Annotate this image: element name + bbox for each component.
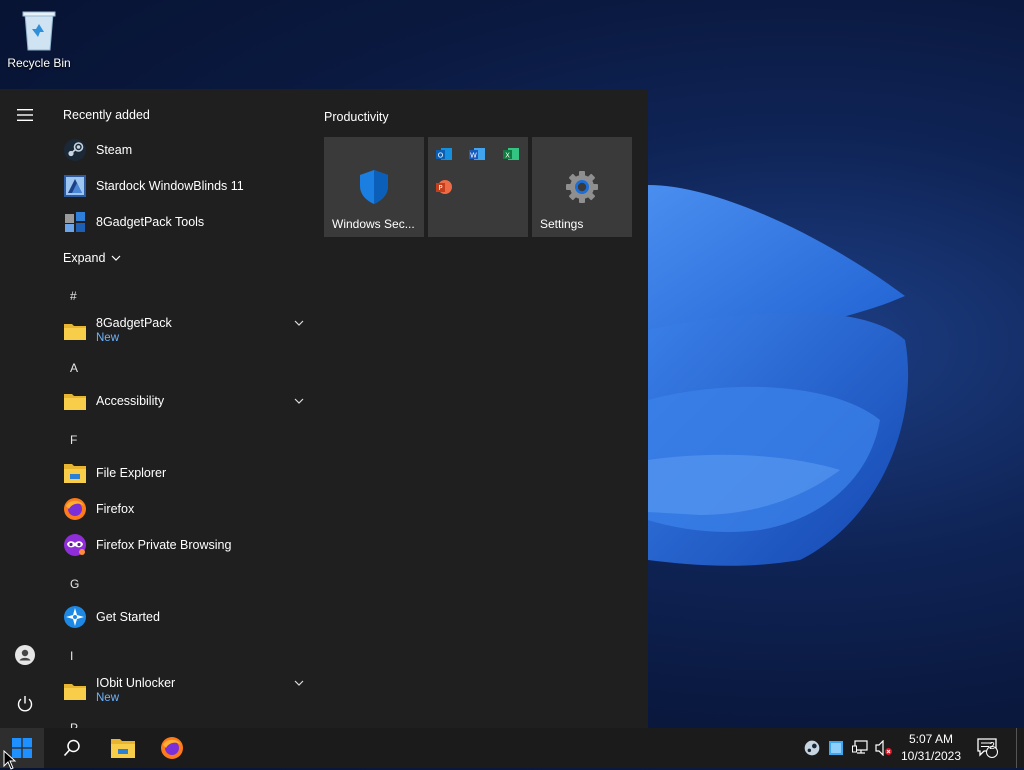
folder-icon bbox=[63, 319, 87, 343]
chevron-down-icon bbox=[294, 398, 304, 404]
chevron-down-icon bbox=[294, 320, 304, 326]
folder-icon bbox=[63, 389, 87, 413]
tile-office-apps-folder[interactable]: O W X P bbox=[428, 137, 528, 237]
tile-group-title: Productivity bbox=[324, 110, 389, 124]
app-label: File Explorer bbox=[96, 466, 167, 480]
chevron-down-icon bbox=[111, 255, 121, 261]
list-item-steam[interactable]: Steam bbox=[63, 135, 303, 165]
shield-icon bbox=[360, 170, 388, 204]
chevron-down-icon bbox=[294, 680, 304, 686]
tray-network-button[interactable] bbox=[850, 728, 870, 768]
clock-time: 5:07 AM bbox=[908, 732, 954, 746]
app-label: Firefox Private Browsing bbox=[96, 538, 232, 552]
recently-added-header: Recently added bbox=[63, 108, 150, 122]
steam-icon bbox=[804, 740, 820, 756]
svg-text:X: X bbox=[505, 152, 510, 160]
show-desktop-divider[interactable] bbox=[1016, 728, 1017, 768]
taskbar-clock[interactable]: 5:07 AM 10/31/2023 bbox=[893, 731, 969, 765]
search-button[interactable] bbox=[50, 728, 94, 768]
volume-muted-icon bbox=[875, 740, 892, 756]
expand-button[interactable]: Expand bbox=[63, 243, 303, 273]
search-icon bbox=[63, 739, 80, 757]
hamburger-icon bbox=[17, 109, 33, 121]
new-badge: New bbox=[96, 692, 120, 704]
section-header-g[interactable]: G bbox=[70, 577, 79, 591]
section-header-hash[interactable]: # bbox=[70, 289, 77, 303]
power-icon bbox=[17, 696, 33, 712]
steam-icon bbox=[63, 138, 87, 162]
app-label: 8GadgetPack Tools bbox=[96, 215, 205, 229]
tile-label: Windows Sec... bbox=[332, 217, 415, 231]
tile-settings[interactable]: Settings bbox=[532, 137, 632, 237]
windowblinds-icon bbox=[63, 174, 87, 198]
list-item-windowblinds[interactable]: Stardock WindowBlinds 11 bbox=[63, 171, 303, 201]
section-header-a[interactable]: A bbox=[70, 361, 78, 375]
firefox-private-icon bbox=[63, 533, 87, 557]
word-icon: W bbox=[469, 148, 485, 160]
tile-windows-security[interactable]: Windows Sec... bbox=[324, 137, 424, 237]
taskbar-firefox-button[interactable] bbox=[150, 728, 194, 768]
app-label: Accessibility bbox=[96, 394, 165, 408]
app-label: Firefox bbox=[96, 502, 135, 516]
expand-label: Expand bbox=[63, 251, 106, 265]
list-item-accessibility-folder[interactable]: Accessibility bbox=[63, 386, 304, 416]
user-account-button[interactable] bbox=[9, 639, 41, 671]
window-app-icon bbox=[829, 741, 843, 755]
network-icon bbox=[852, 740, 868, 754]
get-started-icon bbox=[63, 605, 87, 629]
app-label: IObit Unlocker bbox=[96, 676, 176, 690]
firefox-icon bbox=[161, 737, 183, 759]
power-button[interactable] bbox=[9, 688, 41, 720]
tray-steam-button[interactable] bbox=[802, 728, 822, 768]
svg-text:W: W bbox=[470, 152, 477, 160]
taskbar-file-explorer-button[interactable] bbox=[101, 728, 145, 768]
list-item-8gadgetpack-tools[interactable]: 8GadgetPack Tools bbox=[63, 207, 303, 237]
app-label: Steam bbox=[96, 143, 133, 157]
section-header-i[interactable]: I bbox=[70, 649, 73, 663]
recycle-bin-icon bbox=[22, 11, 56, 51]
gadgetpack-tools-icon bbox=[63, 210, 87, 234]
app-list: Recently added Steam Stardock WindowBlin… bbox=[50, 89, 315, 728]
folder-icon bbox=[63, 679, 87, 703]
app-label: Get Started bbox=[96, 610, 160, 624]
recycle-bin-label: Recycle Bin bbox=[7, 56, 71, 70]
app-label: Stardock WindowBlinds 11 bbox=[96, 179, 244, 193]
notification-center-button[interactable]: 2 bbox=[975, 728, 1001, 768]
svg-text:P: P bbox=[438, 184, 442, 192]
start-left-rail bbox=[0, 89, 50, 728]
hamburger-menu-button[interactable] bbox=[9, 99, 41, 131]
start-menu: Recently added Steam Stardock WindowBlin… bbox=[0, 89, 648, 728]
section-header-f[interactable]: F bbox=[70, 433, 77, 447]
file-explorer-icon bbox=[63, 461, 87, 485]
section-header-p[interactable]: P bbox=[70, 721, 78, 728]
user-icon bbox=[15, 645, 35, 665]
gear-icon bbox=[566, 171, 598, 203]
taskbar: 5:07 AM 10/31/2023 2 bbox=[0, 728, 1024, 770]
tile-label: Settings bbox=[540, 217, 584, 231]
excel-icon: X bbox=[503, 148, 519, 160]
notification-count: 2 bbox=[989, 741, 995, 752]
new-badge: New bbox=[96, 332, 120, 344]
clock-date: 10/31/2023 bbox=[900, 749, 962, 763]
list-item-iobit-unlocker-folder[interactable]: IObit Unlocker New bbox=[63, 674, 304, 708]
outlook-icon: O bbox=[436, 148, 452, 160]
powerpoint-icon: P bbox=[436, 180, 452, 194]
list-item-8gadgetpack-folder[interactable]: 8GadgetPack New bbox=[63, 314, 304, 348]
list-item-firefox-private[interactable]: Firefox Private Browsing bbox=[63, 530, 303, 560]
list-item-file-explorer[interactable]: File Explorer bbox=[63, 458, 303, 488]
tray-volume-button[interactable] bbox=[874, 728, 894, 768]
list-item-firefox[interactable]: Firefox bbox=[63, 494, 303, 524]
list-item-get-started[interactable]: Get Started bbox=[63, 602, 303, 632]
recycle-bin-desktop-icon[interactable]: Recycle Bin bbox=[4, 8, 74, 70]
file-explorer-icon bbox=[111, 739, 135, 758]
mouse-cursor-icon bbox=[3, 750, 17, 770]
app-label: 8GadgetPack bbox=[96, 316, 172, 330]
firefox-icon bbox=[63, 497, 87, 521]
svg-text:O: O bbox=[438, 152, 444, 160]
tray-app-button[interactable] bbox=[826, 728, 846, 768]
